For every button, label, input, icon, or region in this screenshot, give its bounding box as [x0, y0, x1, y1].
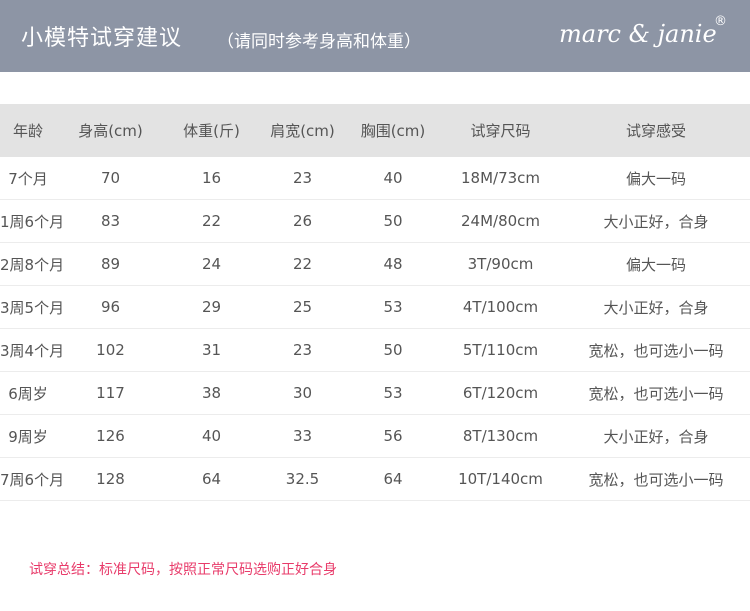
column-header-chest: 胸围(cm)	[347, 104, 439, 157]
table-cell: 64	[165, 457, 258, 501]
table-cell: 3周4个月	[0, 328, 64, 372]
table-cell: 22	[258, 242, 347, 286]
table-cell: 128	[56, 457, 165, 501]
table-cell: 30	[258, 371, 347, 415]
table-cell: 18M/73cm	[439, 157, 562, 200]
table-cell: 宽松，也可选小一码	[562, 457, 750, 501]
table-cell: 25	[258, 285, 347, 329]
table-cell: 26	[258, 199, 347, 243]
table-cell: 6周岁	[0, 371, 56, 415]
table-cell: 29	[165, 285, 258, 329]
table-cell: 70	[56, 157, 165, 200]
column-header-weight: 体重(斤)	[165, 104, 258, 157]
column-header-size: 试穿尺码	[439, 104, 562, 157]
table-row: 2周8个月 89 24 22 48 3T/90cm 偏大一码	[0, 242, 750, 286]
table-cell: 96	[56, 285, 165, 329]
table-cell: 7个月	[0, 157, 56, 200]
registered-mark-icon: ®	[714, 14, 727, 29]
table-header-row: 年龄 身高(cm) 体重(斤) 肩宽(cm) 胸围(cm) 试穿尺码 试穿感受	[0, 104, 750, 157]
fit-summary: 试穿总结：标准尺码，按照正常尺码选购正好合身	[29, 562, 337, 578]
table-cell: 1周6个月	[0, 199, 64, 243]
table-row: 1周6个月 83 22 26 50 24M/80cm 大小正好，合身	[0, 199, 750, 243]
table-cell: 64	[347, 457, 439, 501]
header-banner: 小模特试穿建议 （请同时参考身高和体重） marc & janie ®	[0, 0, 750, 72]
column-header-age: 年龄	[0, 104, 56, 157]
column-header-feel: 试穿感受	[562, 104, 750, 157]
table-cell: 22	[165, 199, 258, 243]
table-row: 6周岁 117 38 30 53 6T/120cm 宽松，也可选小一码	[0, 371, 750, 415]
table-cell: 53	[347, 285, 439, 329]
table-cell: 48	[347, 242, 439, 286]
column-header-shoulder: 肩宽(cm)	[258, 104, 347, 157]
brand-logo: marc & janie	[559, 20, 717, 48]
table-cell: 33	[258, 414, 347, 458]
table-cell: 偏大一码	[562, 242, 750, 286]
table-cell: 126	[56, 414, 165, 458]
table-cell: 偏大一码	[562, 157, 750, 200]
table-row: 7周6个月 128 64 32.5 64 10T/140cm 宽松，也可选小一码	[0, 457, 750, 501]
page-title: 小模特试穿建议	[21, 26, 183, 51]
table-cell: 大小正好，合身	[562, 414, 750, 458]
table-cell: 大小正好，合身	[562, 199, 750, 243]
table-cell: 3周5个月	[0, 285, 64, 329]
table-row: 9周岁 126 40 33 56 8T/130cm 大小正好，合身	[0, 414, 750, 458]
size-table: 年龄 身高(cm) 体重(斤) 肩宽(cm) 胸围(cm) 试穿尺码 试穿感受 …	[0, 104, 750, 501]
table-cell: 大小正好，合身	[562, 285, 750, 329]
table-row: 3周5个月 96 29 25 53 4T/100cm 大小正好，合身	[0, 285, 750, 329]
table-cell: 2周8个月	[0, 242, 64, 286]
table-cell: 23	[258, 157, 347, 200]
table-cell: 56	[347, 414, 439, 458]
column-header-height: 身高(cm)	[56, 104, 165, 157]
table-cell: 23	[258, 328, 347, 372]
table-cell: 40	[165, 414, 258, 458]
table-cell: 32.5	[258, 457, 347, 501]
table-cell: 6T/120cm	[439, 371, 562, 415]
table-cell: 83	[56, 199, 165, 243]
table-cell: 3T/90cm	[439, 242, 562, 286]
table-row: 7个月 70 16 23 40 18M/73cm 偏大一码	[0, 157, 750, 200]
table-cell: 宽松，也可选小一码	[562, 328, 750, 372]
table-cell: 4T/100cm	[439, 285, 562, 329]
table-cell: 38	[165, 371, 258, 415]
table-cell: 10T/140cm	[439, 457, 562, 501]
table-cell: 50	[347, 199, 439, 243]
table-row: 3周4个月 102 31 23 50 5T/110cm 宽松，也可选小一码	[0, 328, 750, 372]
table-cell: 8T/130cm	[439, 414, 562, 458]
table-cell: 117	[56, 371, 165, 415]
table-cell: 50	[347, 328, 439, 372]
table-cell: 5T/110cm	[439, 328, 562, 372]
table-cell: 24	[165, 242, 258, 286]
table-cell: 9周岁	[0, 414, 56, 458]
table-cell: 89	[56, 242, 165, 286]
table-cell: 16	[165, 157, 258, 200]
table-cell: 53	[347, 371, 439, 415]
table-cell: 7周6个月	[0, 457, 64, 501]
table-cell: 102	[56, 328, 165, 372]
page-subtitle: （请同时参考身高和体重）	[217, 32, 421, 52]
table-cell: 宽松，也可选小一码	[562, 371, 750, 415]
table-cell: 31	[165, 328, 258, 372]
table-cell: 24M/80cm	[439, 199, 562, 243]
table-cell: 40	[347, 157, 439, 200]
